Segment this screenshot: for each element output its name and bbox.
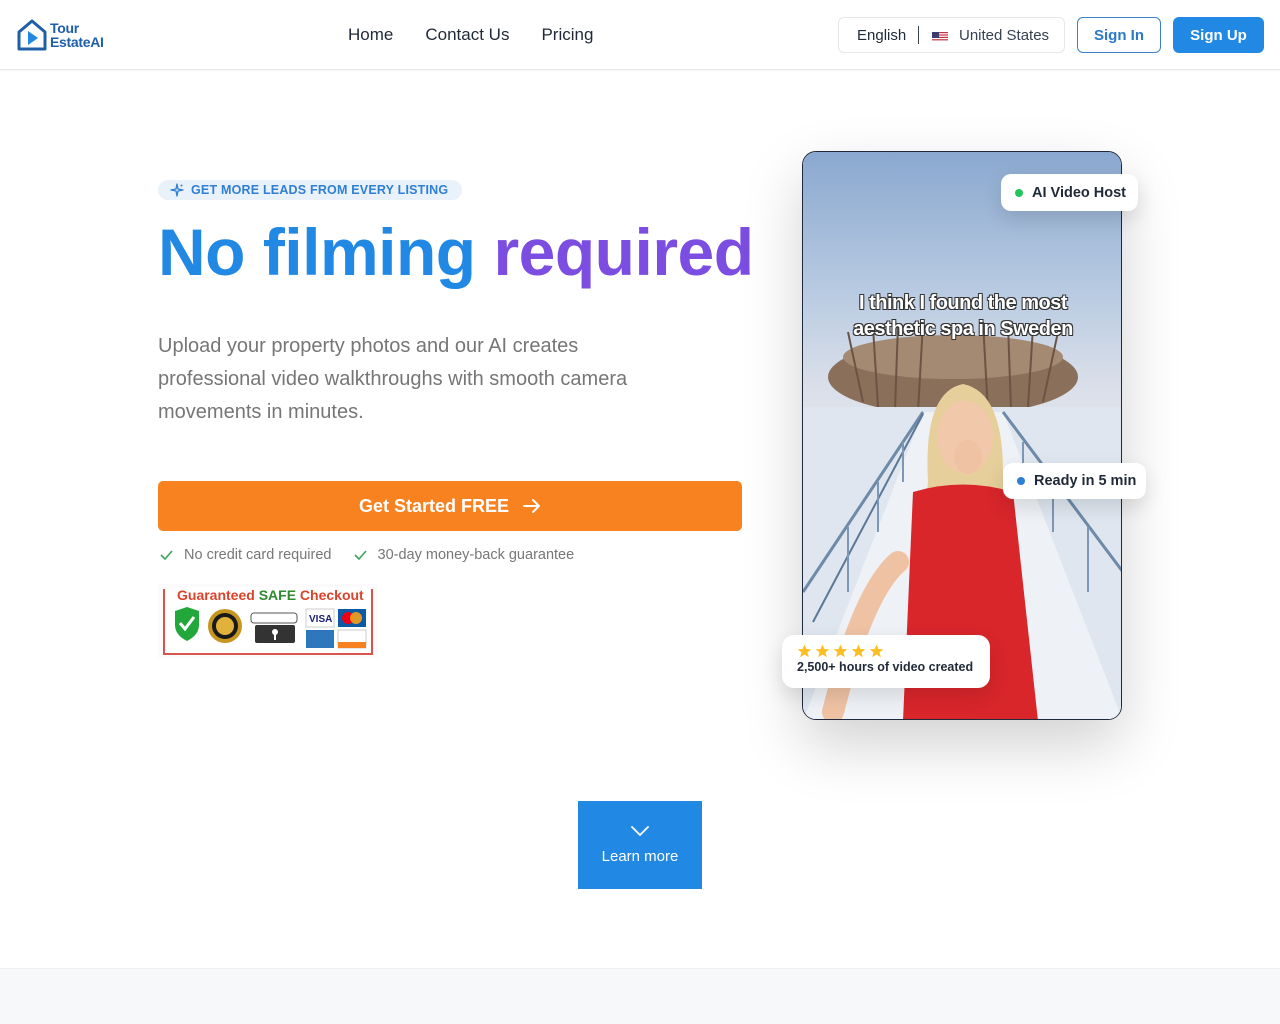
security-seals-icon: VISA: [175, 607, 367, 649]
cta-label: Get Started FREE: [358, 495, 510, 516]
tag-label: AI Video Host: [1032, 184, 1126, 201]
svg-text:VISA: VISA: [309, 614, 332, 625]
hero-title-part1: No filming: [158, 215, 476, 289]
logo[interactable]: Tour EstateAI: [16, 18, 104, 52]
get-started-button[interactable]: Get Started FREE: [158, 481, 742, 531]
hero-title-part2: required: [493, 215, 754, 289]
nav-pricing[interactable]: Pricing: [541, 24, 593, 46]
check-icon: [353, 550, 367, 560]
video-stats-tag: 2,500+ hours of video created: [782, 635, 990, 688]
tag-label: Ready in 5 min: [1034, 473, 1137, 489]
assurance-label: 30-day money-back guarantee: [377, 547, 575, 563]
status-dot: [1017, 477, 1025, 485]
safe-checkout-badge: Guaranteed SAFE Checkout VISA: [158, 584, 378, 658]
nav-home[interactable]: Home: [348, 24, 393, 46]
star-icon: [815, 644, 830, 658]
assurance-label: No credit card required: [184, 547, 332, 563]
leads-pill: GET MORE LEADS FROM EVERY LISTING: [158, 180, 463, 200]
ready-time-tag: Ready in 5 min: [1003, 463, 1146, 499]
status-dot: [1015, 188, 1023, 197]
house-play-icon: [17, 19, 47, 51]
logo-line1: Tour: [50, 20, 79, 36]
star-icon: [869, 644, 884, 658]
check-icon: [160, 550, 173, 560]
assurance-list: No credit card required 30-day money-bac…: [160, 547, 574, 563]
hero-title: No filming required: [158, 214, 754, 290]
sign-in-button[interactable]: Sign In: [1077, 17, 1161, 53]
learn-more-label: Learn more: [601, 847, 679, 865]
sparkle-icon: [170, 183, 184, 197]
sign-up-button[interactable]: Sign Up: [1173, 17, 1264, 53]
assurance-no-credit-card: No credit card required: [160, 547, 332, 563]
us-flag-icon: [932, 30, 948, 41]
main-nav: Home Contact Us Pricing: [348, 24, 593, 46]
pill-label: GET MORE LEADS FROM EVERY LISTING: [191, 183, 449, 197]
star-icon: [797, 644, 812, 658]
star-icon: [851, 644, 866, 658]
video-caption: I think I found the most aesthetic spa i…: [853, 292, 1073, 340]
locale-divider: [918, 26, 919, 44]
badge-frame: Guaranteed SAFE Checkout VISA: [163, 587, 373, 655]
learn-more-button[interactable]: Learn more: [578, 801, 702, 889]
stats-label: 2,500+ hours of video created: [797, 660, 974, 674]
badge-title: Guaranteed SAFE Checkout: [175, 587, 366, 603]
chevron-down-icon: [631, 825, 649, 836]
country-label: United States: [959, 26, 1050, 44]
rating-stars: [797, 644, 990, 658]
arrow-right-icon: [523, 499, 541, 513]
language-label: English: [857, 26, 907, 44]
star-icon: [833, 644, 848, 658]
nav-contact-us[interactable]: Contact Us: [425, 24, 509, 46]
hero-subtitle: Upload your property photos and our AI c…: [158, 335, 628, 423]
logo-line2: EstateAI: [50, 34, 104, 50]
assurance-money-back: 30-day money-back guarantee: [353, 547, 575, 563]
next-section: [0, 968, 1280, 1024]
locale-selector[interactable]: English United States: [838, 17, 1065, 53]
ai-video-host-tag: AI Video Host: [1001, 174, 1138, 211]
site-header: Tour EstateAI Home Contact Us Pricing En…: [0, 0, 1280, 70]
logo-text: Tour EstateAI: [50, 21, 104, 49]
